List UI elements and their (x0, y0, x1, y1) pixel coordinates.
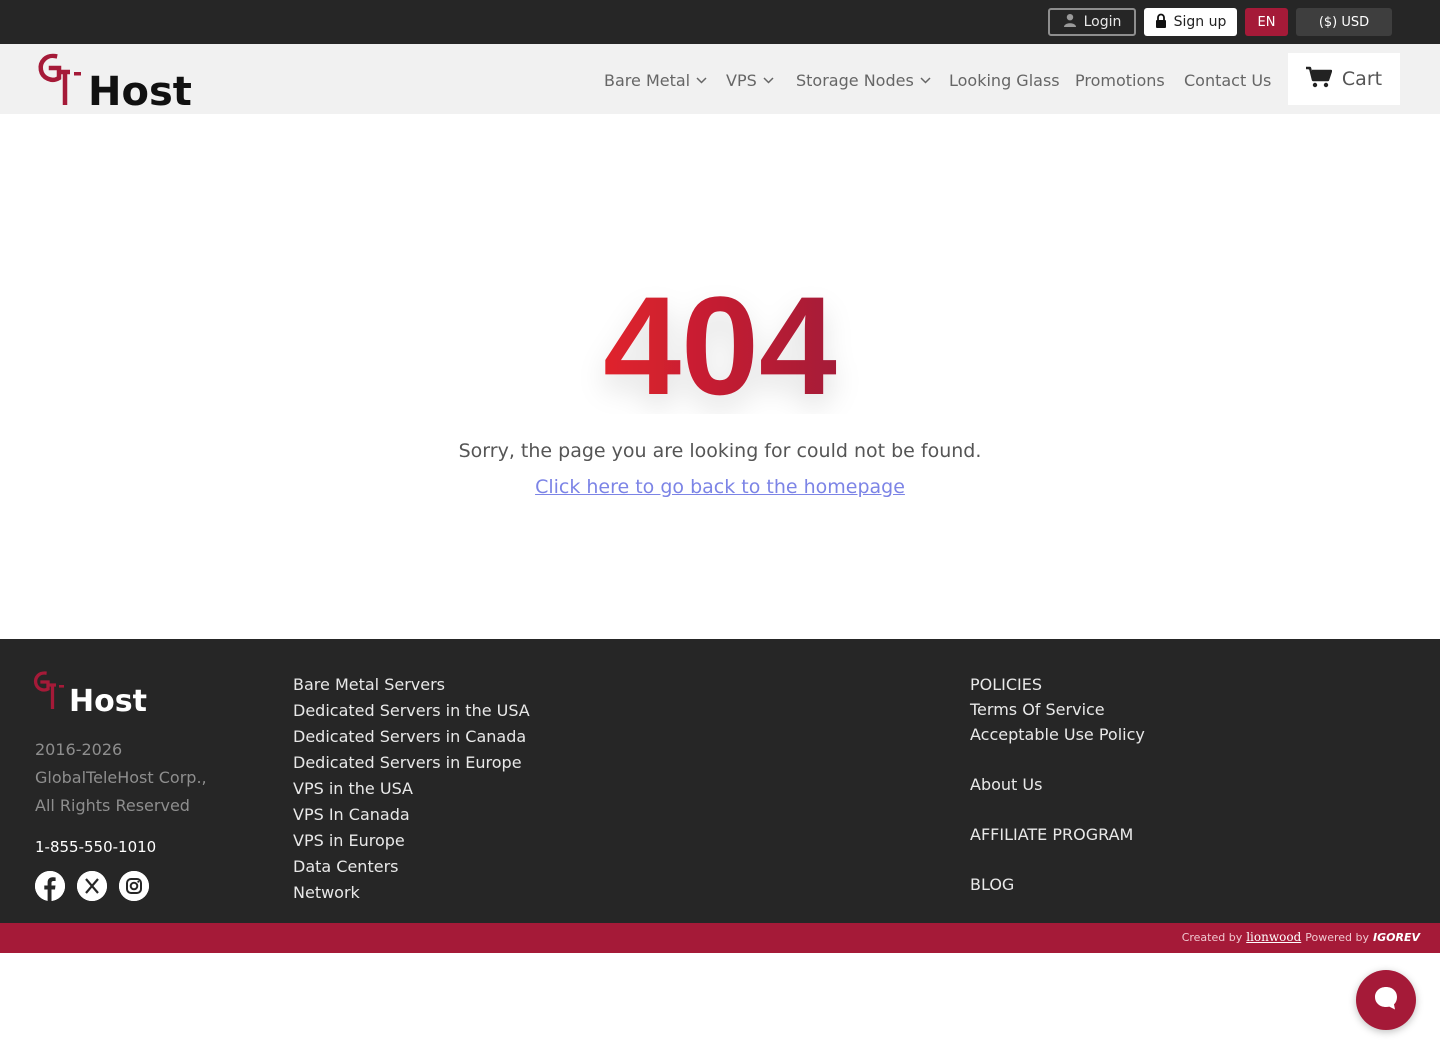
footer-link-aup[interactable]: Acceptable Use Policy (970, 722, 1145, 747)
footer-link-bare-metal[interactable]: Bare Metal Servers (293, 672, 530, 698)
login-button[interactable]: Login (1048, 8, 1136, 36)
footer-logo[interactable]: Host (32, 669, 156, 717)
footer-link-blog[interactable]: BLOG (970, 872, 1145, 897)
footer-link-dedicated-usa[interactable]: Dedicated Servers in the USA (293, 698, 530, 724)
chevron-down-icon (696, 76, 707, 84)
lock-icon (1155, 13, 1167, 32)
cart-icon (1305, 66, 1333, 93)
error-section: 404 Sorry, the page you are looking for … (0, 114, 1440, 639)
x-icon[interactable] (77, 871, 107, 901)
phone-number[interactable]: 1-855-550-1010 (35, 838, 156, 856)
powered-by-label: Powered by (1305, 930, 1370, 944)
rights-reserved: All Rights Reserved (35, 796, 190, 815)
footer-link-vps-europe[interactable]: VPS in Europe (293, 828, 530, 854)
top-bar: Login Sign up EN ($) USD (0, 0, 1440, 44)
footer-link-dedicated-europe[interactable]: Dedicated Servers in Europe (293, 750, 530, 776)
signup-button[interactable]: Sign up (1144, 8, 1237, 36)
powerer-logo[interactable]: IGOREV (1373, 931, 1420, 944)
currency-selector[interactable]: ($) USD (1296, 8, 1392, 36)
chat-bubble-icon (1371, 983, 1401, 1017)
social-links (35, 871, 149, 901)
instagram-icon[interactable] (119, 871, 149, 901)
nav-label: VPS (726, 70, 757, 90)
chat-button[interactable] (1356, 970, 1416, 1030)
chevron-down-icon (763, 76, 774, 84)
copyright: 2016-2026 GlobalTeleHost Corp., All Righ… (35, 736, 207, 820)
logo-text: Host (88, 69, 192, 110)
footer-logo-text: Host (69, 684, 147, 717)
footer-link-terms[interactable]: Terms Of Service (970, 697, 1145, 722)
nav-label: Bare Metal (604, 70, 691, 90)
created-by-label: Created by (1181, 930, 1243, 944)
copyright-years: 2016-2026 (35, 740, 123, 759)
footer-services-links: Bare Metal Servers Dedicated Servers in … (293, 672, 530, 906)
cart-label: Cart (1341, 68, 1383, 90)
error-message: Sorry, the page you are looking for coul… (458, 440, 982, 462)
footer-link-data-centers[interactable]: Data Centers (293, 854, 530, 880)
language-selector[interactable]: EN (1245, 8, 1288, 36)
nav-looking-glass[interactable]: Looking Glass (949, 68, 1060, 92)
credit-bar: Created by lionwood Powered by IGOREV (0, 923, 1440, 953)
nav-contact-us[interactable]: Contact Us (1184, 68, 1271, 92)
footer-link-network[interactable]: Network (293, 880, 530, 906)
footer: Host 2016-2026 GlobalTeleHost Corp., All… (0, 639, 1440, 923)
footer-link-vps-canada[interactable]: VPS In Canada (293, 802, 530, 828)
site-logo[interactable]: Host (36, 50, 206, 110)
nav-vps[interactable]: VPS (726, 68, 774, 92)
nav-promotions[interactable]: Promotions (1075, 68, 1165, 92)
nav-label: Storage Nodes (796, 70, 914, 90)
footer-link-affiliate[interactable]: AFFILIATE PROGRAM (970, 822, 1145, 847)
user-icon (1063, 13, 1077, 31)
company-name: GlobalTeleHost Corp., (35, 768, 207, 787)
home-link[interactable]: Click here to go back to the homepage (535, 476, 905, 498)
error-code: 404 (603, 274, 837, 414)
credit-text: Created by lionwood Powered by IGOREV (1182, 930, 1420, 944)
nav-bare-metal[interactable]: Bare Metal (604, 68, 707, 92)
footer-policy-links: POLICIES Terms Of Service Acceptable Use… (970, 672, 1145, 897)
facebook-icon[interactable] (35, 871, 65, 901)
cart-button[interactable]: Cart (1288, 53, 1400, 105)
error-code-text: 404 (603, 274, 837, 414)
creator-logo[interactable]: lionwood (1246, 930, 1301, 944)
chevron-down-icon (920, 76, 931, 84)
footer-link-dedicated-canada[interactable]: Dedicated Servers in Canada (293, 724, 530, 750)
home-link-wrap: Click here to go back to the homepage (0, 476, 1440, 498)
footer-link-vps-usa[interactable]: VPS in the USA (293, 776, 530, 802)
main-header: Host Bare Metal VPS Storage Nodes Lookin… (0, 44, 1440, 114)
signup-label: Sign up (1173, 14, 1227, 30)
login-label: Login (1083, 14, 1122, 30)
nav-storage-nodes[interactable]: Storage Nodes (796, 68, 931, 92)
footer-link-policies[interactable]: POLICIES (970, 672, 1145, 697)
footer-link-about[interactable]: About Us (970, 772, 1145, 797)
